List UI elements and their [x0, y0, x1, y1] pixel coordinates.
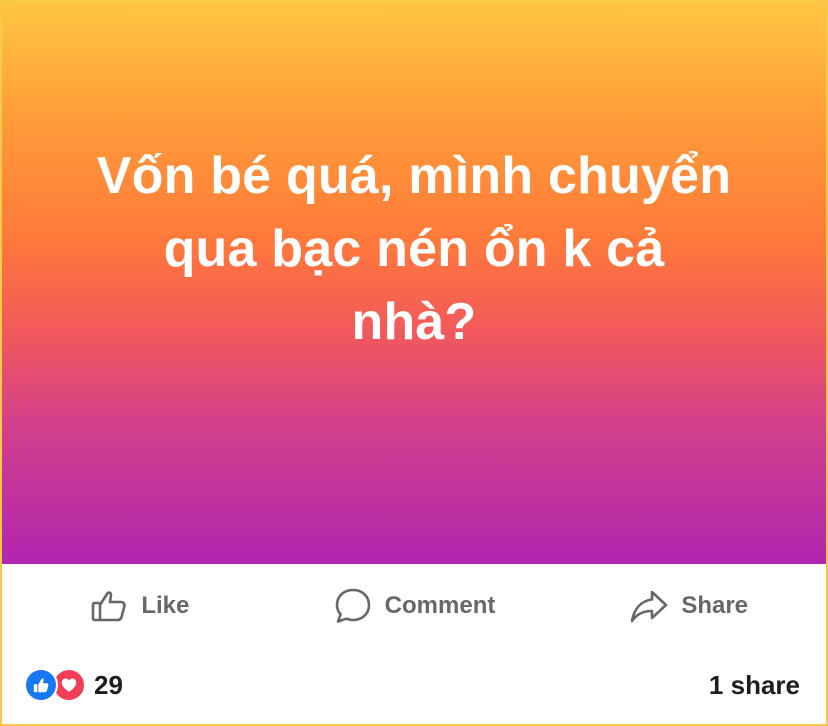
post-card: Vốn bé quá, mình chuyển qua bạc nén ổn k…	[0, 0, 828, 726]
action-bar: Like Comment Share	[2, 568, 826, 644]
like-reaction-icon	[24, 668, 58, 702]
share-label: Share	[681, 592, 749, 619]
reactions-summary[interactable]: 29	[24, 668, 123, 702]
reaction-count: 29	[94, 669, 123, 700]
share-button[interactable]: Share	[551, 586, 826, 626]
share-arrow-icon	[629, 586, 669, 626]
post-background: Vốn bé quá, mình chuyển qua bạc nén ổn k…	[2, 2, 826, 564]
share-count[interactable]: 1 share	[709, 670, 800, 701]
like-button[interactable]: Like	[2, 586, 277, 626]
like-label: Like	[141, 592, 190, 619]
speech-bubble-icon	[333, 586, 373, 626]
post-stats: 29 1 share	[2, 656, 826, 714]
comment-button[interactable]: Comment	[277, 586, 552, 626]
comment-label: Comment	[384, 592, 496, 619]
post-text: Vốn bé quá, mình chuyển qua bạc nén ổn k…	[96, 146, 732, 351]
thumbs-up-icon	[89, 586, 129, 626]
